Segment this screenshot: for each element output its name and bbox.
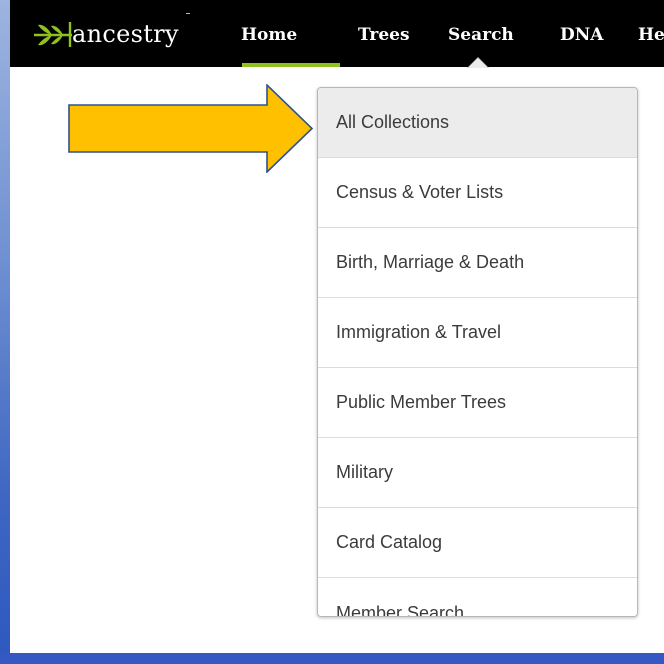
menu-item-census-voter-lists[interactable]: Census & Voter Lists [318,158,637,228]
menu-item-immigration-travel[interactable]: Immigration & Travel [318,298,637,368]
nav-home[interactable]: Home [241,24,297,46]
nav-health[interactable]: Hea [638,24,664,46]
logo-wordmark: ancestry [72,20,179,48]
menu-item-military[interactable]: Military [318,438,637,508]
nav-search[interactable]: Search [448,24,514,46]
ancestry-logo[interactable]: ancestry [32,14,179,54]
menu-item-all-collections[interactable]: All Collections [318,88,637,158]
leaf-sprig-icon [34,22,72,47]
slide-frame-left [0,0,10,664]
nav-trees[interactable]: Trees [358,24,410,46]
search-dropdown-menu: All Collections Census & Voter Lists Bir… [317,87,638,617]
top-navigation-bar: ancestry Home Trees Search DNA Hea [10,0,664,67]
dropdown-caret [467,57,489,68]
menu-item-public-member-trees[interactable]: Public Member Trees [318,368,637,438]
slide-frame-bottom [0,653,664,664]
menu-item-card-catalog[interactable]: Card Catalog [318,508,637,578]
right-arrow-icon [68,84,314,173]
active-tab-indicator [242,63,340,67]
menu-item-birth-marriage-death[interactable]: Birth, Marriage & Death [318,228,637,298]
nav-dna[interactable]: DNA [560,24,603,46]
menu-item-member-search[interactable]: Member Search [318,578,637,617]
trademark-mark [186,13,190,14]
